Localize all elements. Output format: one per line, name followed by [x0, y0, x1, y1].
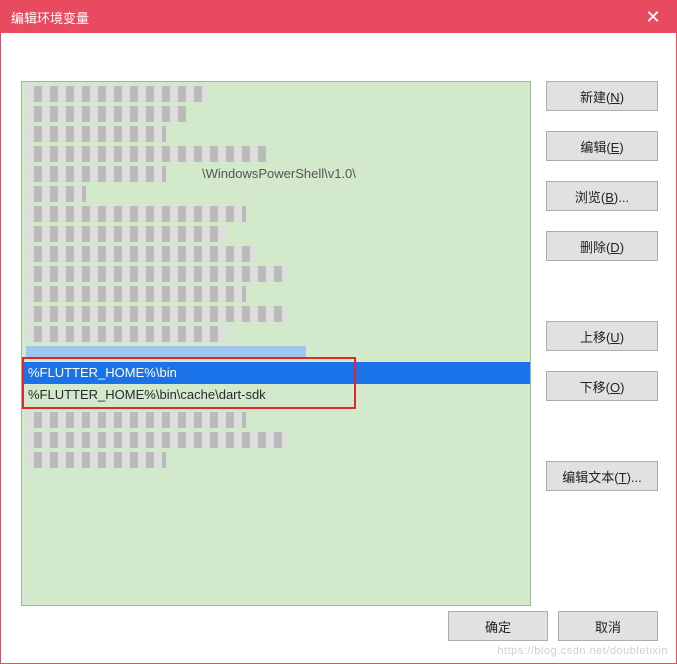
edit-button[interactable]: 编辑(E)	[546, 131, 658, 161]
list-item-selected[interactable]: %FLUTTER_HOME%\bin	[22, 362, 530, 384]
bottom-button-group: 确定 取消	[448, 611, 658, 641]
move-down-button[interactable]: 下移(O)	[546, 371, 658, 401]
cancel-button-label: 取消	[595, 617, 621, 636]
edit-text-button[interactable]: 编辑文本(T)...	[546, 461, 658, 491]
cancel-button[interactable]: 取消	[558, 611, 658, 641]
move-up-button[interactable]: 上移(U)	[546, 321, 658, 351]
ok-button-label: 确定	[485, 617, 511, 636]
move-down-button-label: 下移(O)	[580, 377, 625, 396]
edit-text-button-label: 编辑文本(T)...	[562, 467, 641, 486]
browse-button-label: 浏览(B)...	[575, 187, 629, 206]
edit-button-label: 编辑(E)	[580, 137, 623, 156]
titlebar: 编辑环境变量 ✕	[1, 1, 676, 33]
move-up-button-label: 上移(U)	[580, 327, 624, 346]
ok-button[interactable]: 确定	[448, 611, 548, 641]
window-title: 编辑环境变量	[11, 8, 89, 27]
list-item[interactable]: %FLUTTER_HOME%\bin\cache\dart-sdk	[22, 384, 530, 406]
close-button[interactable]: ✕	[630, 1, 676, 33]
delete-button-label: 删除(D)	[580, 237, 624, 256]
new-button[interactable]: 新建(N)	[546, 81, 658, 111]
new-button-label: 新建(N)	[580, 87, 624, 106]
watermark-text: https://blog.csdn.net/doubletixin	[497, 645, 668, 657]
dialog-body: \WindowsPowerShell\v1.0\ %FLUTTER_HOME%\…	[1, 33, 676, 663]
side-button-group: 新建(N) 编辑(E) 浏览(B)... 删除(D) 上移(U) 下移(O) 编…	[546, 81, 658, 491]
browse-button[interactable]: 浏览(B)...	[546, 181, 658, 211]
redacted-partial-text: \WindowsPowerShell\v1.0\	[202, 166, 356, 181]
close-icon: ✕	[645, 7, 660, 28]
path-list[interactable]: \WindowsPowerShell\v1.0\ %FLUTTER_HOME%\…	[21, 81, 531, 606]
delete-button[interactable]: 删除(D)	[546, 231, 658, 261]
